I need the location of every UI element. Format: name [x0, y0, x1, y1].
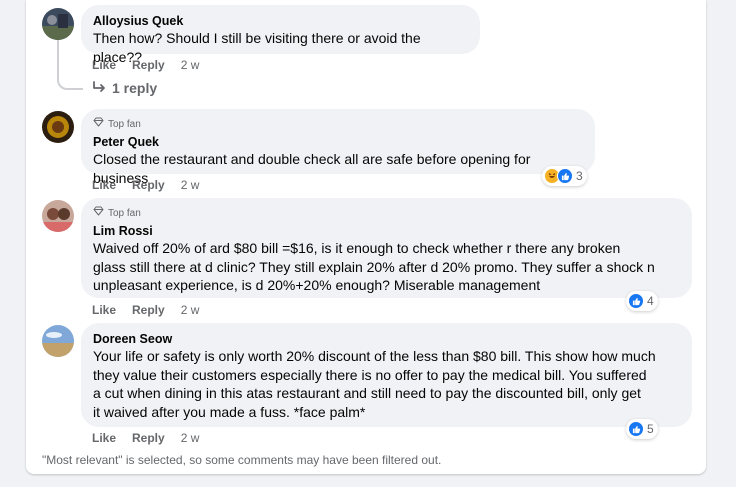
comment-timestamp[interactable]: 2 w [181, 58, 200, 72]
comment-text-line: Your life or safety is only worth 20% di… [93, 348, 656, 364]
commenter-name[interactable]: Peter Quek [93, 134, 583, 150]
like-reaction-icon [557, 168, 573, 184]
reply-button[interactable]: Reply [132, 431, 165, 445]
filter-notice: "Most relevant" is selected, so some com… [42, 453, 442, 467]
commenter-name[interactable]: Doreen Seow [93, 331, 680, 347]
like-reaction-icon [628, 421, 644, 437]
comment-text-line: unpleasant experience, is d 20%+20% enou… [93, 277, 541, 293]
top-fan-diamond-icon [93, 206, 104, 220]
comment-timestamp[interactable]: 2 w [181, 178, 200, 192]
commenter-name[interactable]: Alloysius Quek [93, 13, 468, 29]
top-fan-badge: Top fan [93, 206, 680, 220]
comment-timestamp[interactable]: 2 w [181, 303, 200, 317]
avatar-alloysius-quek[interactable] [42, 8, 74, 40]
view-replies-link[interactable]: 1 reply [92, 80, 157, 96]
comment-text-line: a cut when dining in this atas restauran… [93, 385, 641, 401]
reaction-count: 3 [576, 169, 583, 183]
reaction-summary[interactable]: 5 [626, 419, 658, 439]
comment-text-line: Waived off 20% of ard $80 bill =$16, is … [93, 240, 621, 256]
like-button[interactable]: Like [92, 431, 116, 445]
avatar-lim-rossi[interactable] [42, 200, 74, 232]
replies-count-label: 1 reply [112, 80, 158, 96]
reply-button[interactable]: Reply [132, 58, 165, 72]
comment-text-line: it waived after you made a fuss. *face p… [93, 403, 366, 420]
top-fan-diamond-icon [93, 117, 104, 131]
comment-actions: Like Reply 2 w [92, 178, 199, 192]
reply-arrow-icon [92, 80, 106, 96]
comment-timestamp[interactable]: 2 w [181, 431, 200, 445]
comment-text-line: glass still there at d clinic? They stil… [93, 258, 655, 275]
comment-text-line: they value their customers especially th… [93, 366, 647, 383]
comment-actions: Like Reply 2 w [92, 58, 199, 72]
avatar-doreen-seow[interactable] [42, 325, 74, 357]
reaction-summary[interactable]: 3 [542, 166, 587, 186]
avatar-peter-quek[interactable] [42, 111, 74, 143]
like-button[interactable]: Like [92, 303, 116, 317]
comment-actions: Like Reply 2 w [92, 431, 199, 445]
comment-bubble: Top fan Lim Rossi Waived off 20% of ard … [81, 198, 692, 298]
like-button[interactable]: Like [92, 58, 116, 72]
commenter-name[interactable]: Lim Rossi [93, 223, 680, 239]
reply-button[interactable]: Reply [132, 178, 165, 192]
comment-actions: Like Reply 2 w [92, 303, 199, 317]
reaction-count: 4 [647, 294, 654, 308]
top-fan-badge: Top fan [93, 117, 583, 131]
top-fan-label: Top fan [108, 207, 141, 219]
reaction-count: 5 [647, 422, 654, 436]
top-fan-label: Top fan [108, 118, 141, 130]
reaction-summary[interactable]: 4 [626, 291, 658, 311]
comment-bubble: Top fan Peter Quek Closed the restaurant… [81, 109, 595, 186]
like-reaction-icon [628, 293, 644, 309]
like-button[interactable]: Like [92, 178, 116, 192]
comment-bubble: Alloysius Quek Then how? Should I still … [81, 5, 480, 65]
thread-line [57, 40, 83, 90]
reply-button[interactable]: Reply [132, 303, 165, 317]
comment-bubble: Doreen Seow Your life or safety is only … [81, 323, 692, 427]
